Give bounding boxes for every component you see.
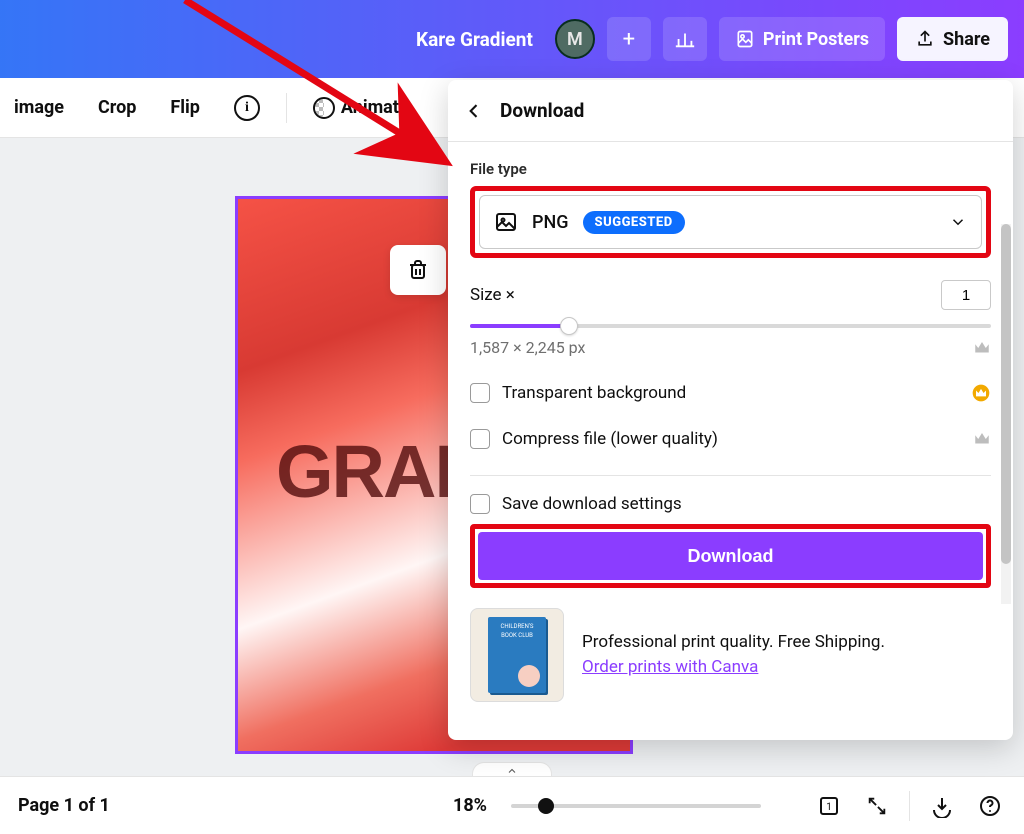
zoom-slider-thumb[interactable] bbox=[538, 798, 554, 814]
slider-thumb[interactable] bbox=[560, 317, 578, 335]
fullscreen-icon bbox=[866, 795, 888, 817]
panel-scroll-thumb[interactable] bbox=[1001, 224, 1011, 564]
download-panel: Download File type PNG SUGGESTED Size × … bbox=[448, 80, 1013, 740]
back-icon[interactable] bbox=[464, 101, 484, 121]
save-settings-label: Save download settings bbox=[502, 494, 682, 514]
file-type-value: PNG bbox=[532, 212, 569, 233]
help-button[interactable] bbox=[974, 790, 1006, 822]
info-icon: i bbox=[234, 95, 260, 121]
panel-header: Download bbox=[448, 80, 1013, 142]
transparent-bg-checkbox[interactable] bbox=[470, 383, 490, 403]
document-title[interactable]: Kare Gradient bbox=[416, 28, 533, 51]
panel-body: File type PNG SUGGESTED Size × 1,587 × 2… bbox=[448, 142, 1013, 740]
svg-text:1: 1 bbox=[826, 802, 832, 813]
save-settings-checkbox[interactable] bbox=[470, 494, 490, 514]
help-icon bbox=[978, 794, 1002, 818]
size-slider[interactable] bbox=[470, 324, 991, 328]
separator bbox=[909, 791, 910, 821]
analytics-button[interactable] bbox=[663, 17, 707, 61]
print-posters-button[interactable]: Print Posters bbox=[719, 17, 885, 61]
info-button[interactable]: i bbox=[226, 89, 268, 127]
add-collaborator-button[interactable]: + bbox=[607, 17, 651, 61]
file-type-highlight: PNG SUGGESTED bbox=[470, 186, 991, 258]
share-button[interactable]: Share bbox=[897, 17, 1008, 61]
trash-icon bbox=[406, 258, 430, 282]
image-file-icon bbox=[494, 210, 518, 234]
download-button[interactable]: Download bbox=[478, 532, 983, 580]
file-type-label: File type bbox=[470, 160, 991, 178]
delete-element-button[interactable] bbox=[390, 245, 446, 295]
crown-icon bbox=[973, 430, 991, 448]
zoom-slider[interactable] bbox=[511, 804, 761, 808]
animate-button[interactable]: Animate bbox=[305, 91, 417, 125]
file-type-select[interactable]: PNG SUGGESTED bbox=[479, 195, 982, 249]
print-quality-text: Professional print quality. Free Shippin… bbox=[582, 630, 885, 656]
plus-icon: + bbox=[623, 27, 635, 52]
chart-icon bbox=[674, 28, 696, 50]
chevron-down-icon bbox=[949, 213, 967, 231]
footer-bar: Page 1 of 1 18% 1 bbox=[0, 776, 1024, 834]
transparent-bg-label: Transparent background bbox=[502, 383, 686, 403]
order-prints-link[interactable]: Order prints with Canva bbox=[582, 655, 885, 681]
download-icon bbox=[930, 794, 954, 818]
transparency-icon bbox=[313, 97, 335, 119]
app-header: Kare Gradient M + Print Posters Share bbox=[0, 0, 1024, 78]
avatar[interactable]: M bbox=[555, 19, 595, 59]
zoom-percent[interactable]: 18% bbox=[453, 795, 487, 816]
flip-button[interactable]: Flip bbox=[162, 91, 208, 124]
panel-scrollbar[interactable] bbox=[1001, 224, 1011, 604]
crown-gold-icon bbox=[971, 383, 991, 403]
compress-file-label: Compress file (lower quality) bbox=[502, 429, 718, 449]
compress-file-checkbox[interactable] bbox=[470, 429, 490, 449]
crop-button[interactable]: Crop bbox=[90, 91, 144, 124]
grid-icon: 1 bbox=[817, 794, 841, 818]
suggested-badge: SUGGESTED bbox=[583, 211, 685, 234]
grid-view-button[interactable]: 1 bbox=[813, 790, 845, 822]
edit-image-button[interactable]: image bbox=[6, 91, 72, 124]
download-button-highlight: Download bbox=[470, 524, 991, 588]
print-preview-thumbnail: CHILDREN'S BOOK CLUB bbox=[470, 608, 564, 702]
quick-download-button[interactable] bbox=[926, 790, 958, 822]
size-multiplier-input[interactable] bbox=[941, 280, 991, 310]
separator bbox=[286, 93, 287, 123]
upload-icon bbox=[915, 29, 935, 49]
poster-icon bbox=[735, 29, 755, 49]
panel-title: Download bbox=[500, 99, 584, 122]
fullscreen-button[interactable] bbox=[861, 790, 893, 822]
dimensions-text: 1,587 × 2,245 px bbox=[470, 338, 585, 357]
chevron-up-icon bbox=[505, 765, 519, 777]
size-label: Size × bbox=[470, 285, 515, 305]
page-indicator[interactable]: Page 1 of 1 bbox=[18, 795, 110, 816]
crown-icon bbox=[973, 339, 991, 357]
